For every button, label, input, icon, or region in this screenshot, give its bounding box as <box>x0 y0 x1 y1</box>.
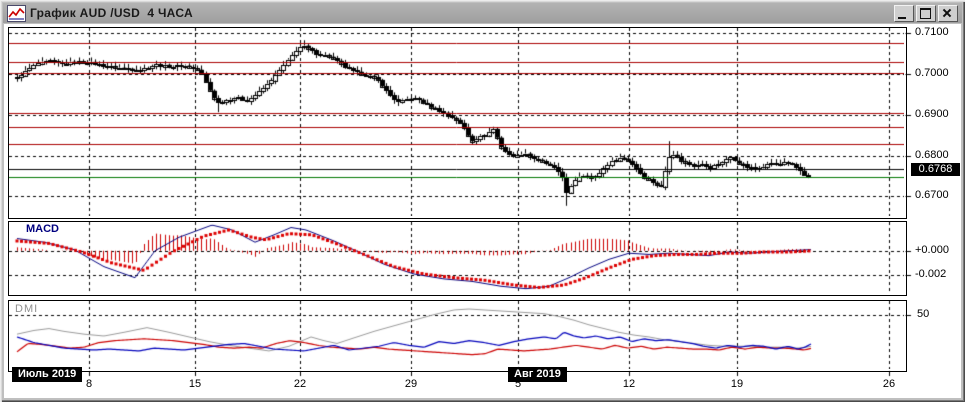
date-tick-label: 29 <box>405 378 417 390</box>
macd-axis-label: +0.000 <box>915 244 949 256</box>
dmi-panel[interactable]: DMI <box>8 300 907 372</box>
date-tick-label: 22 <box>294 378 306 390</box>
date-tick-label: 26 <box>883 378 895 390</box>
current-price-badge: 0.6768 <box>911 163 960 176</box>
titlebar[interactable]: График AUD /USD 4 ЧАСА <box>3 3 962 23</box>
date-tick-label: 8 <box>86 378 92 390</box>
dmi-label: DMI <box>15 303 38 315</box>
price-axis-label: 0.6900 <box>915 108 949 120</box>
macd-axis-label: -0.002 <box>915 268 946 280</box>
macd-label: MACD <box>26 223 59 235</box>
chart-window: График AUD /USD 4 ЧАСА MACD DMI 0.6768 0… <box>0 0 965 402</box>
minimize-icon <box>898 17 906 19</box>
macd-canvas[interactable] <box>9 222 904 293</box>
date-tick-label: 5 <box>515 378 521 390</box>
close-button[interactable] <box>938 5 958 22</box>
price-axis-label: 0.6700 <box>915 189 949 201</box>
minimize-button[interactable] <box>894 5 914 22</box>
window-title: График AUD /USD 4 ЧАСА <box>30 6 193 20</box>
chart-icon <box>7 5 26 22</box>
date-tick-label: 12 <box>623 378 635 390</box>
maximize-icon <box>920 8 931 19</box>
date-tick-label: 19 <box>731 378 743 390</box>
macd-panel[interactable]: MACD <box>8 221 907 296</box>
maximize-button[interactable] <box>916 5 936 22</box>
date-tick-label: 15 <box>189 378 201 390</box>
window-controls <box>894 5 960 22</box>
price-axis-label: 0.7000 <box>915 67 949 79</box>
price-axis-label: 0.7100 <box>915 26 949 38</box>
chart-content: MACD DMI 0.6768 0.7100 0.7000 0.6900 0.6800… <box>4 24 961 398</box>
dmi-axis-label: 50 <box>917 308 929 320</box>
candlestick-canvas[interactable] <box>9 28 904 216</box>
dmi-canvas[interactable] <box>9 301 904 369</box>
price-axis-label: 0.6800 <box>915 149 949 161</box>
price-chart-panel[interactable] <box>8 27 907 219</box>
